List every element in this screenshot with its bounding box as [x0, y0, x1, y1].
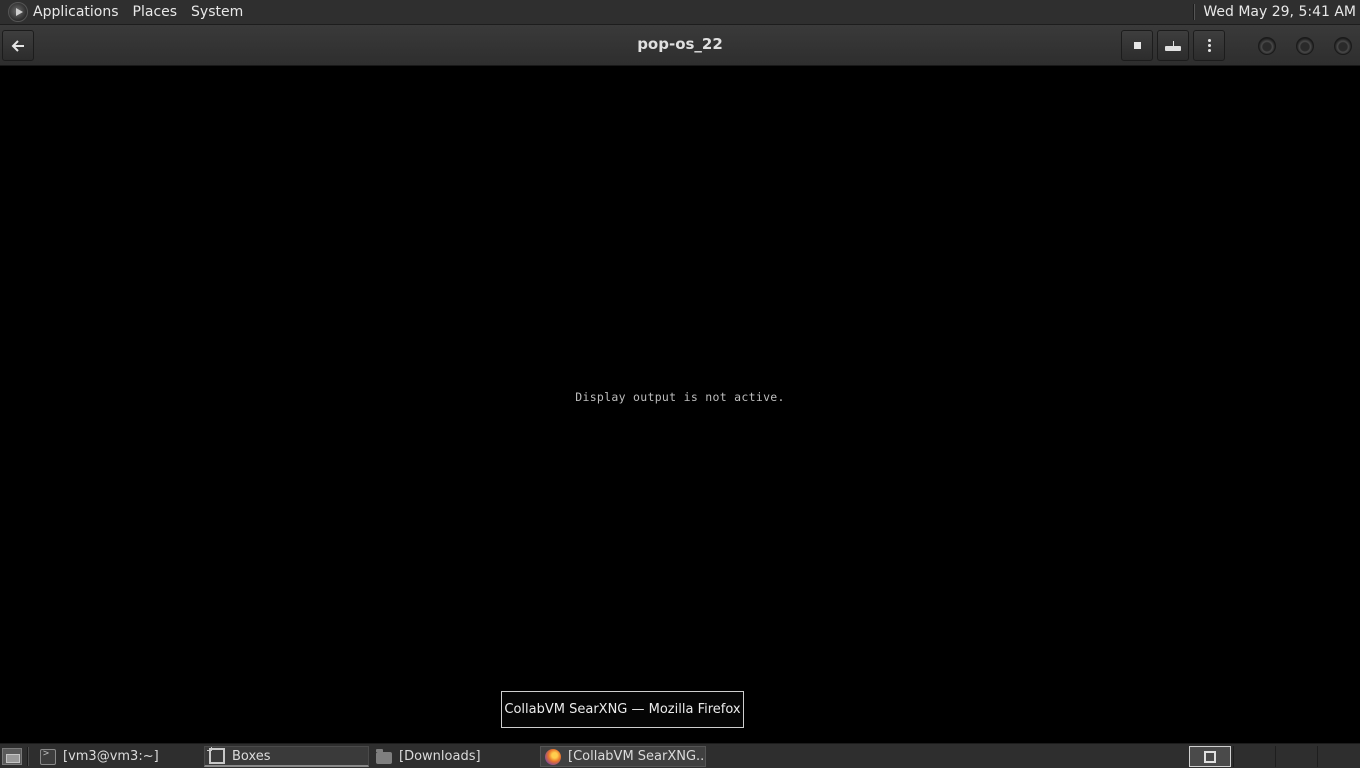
top-panel: Applications Places System Wed May 29, 5… — [0, 0, 1360, 25]
vm-display[interactable]: Display output is not active. — [0, 66, 1360, 743]
workspace-4[interactable] — [1317, 746, 1359, 767]
window-icon — [1204, 750, 1216, 763]
firefox-icon — [545, 748, 561, 765]
taskbar-tooltip: CollabVM SearXNG — Mozilla Firefox — [501, 691, 744, 728]
task-firefox[interactable]: [CollabVM SearXNG... — [540, 746, 706, 767]
workspace-1[interactable] — [1189, 746, 1231, 767]
back-button[interactable] — [2, 30, 34, 61]
folder-icon — [376, 748, 392, 764]
task-boxes[interactable]: Boxes — [204, 746, 369, 767]
menu-button[interactable] — [1193, 30, 1225, 61]
task-downloads[interactable]: [Downloads] — [372, 746, 537, 767]
menu-places[interactable]: Places — [133, 4, 178, 20]
boxes-header-bar: pop-os_22 — [0, 25, 1360, 66]
vertical-dots-icon — [1207, 39, 1211, 52]
bottom-panel: [vm3@vm3:~] Boxes [Downloads] [CollabVM … — [0, 743, 1360, 768]
task-label: [CollabVM SearXNG... — [568, 749, 706, 764]
workspace-2[interactable] — [1233, 746, 1275, 767]
stop-icon — [1133, 42, 1141, 49]
minimize-button[interactable] — [1258, 37, 1276, 55]
task-label: [vm3@vm3:~] — [63, 749, 159, 764]
stop-button[interactable] — [1121, 30, 1153, 61]
clock[interactable]: Wed May 29, 5:41 AM — [1203, 4, 1356, 20]
terminal-icon — [40, 748, 56, 765]
maximize-button[interactable] — [1296, 37, 1314, 55]
menu-applications[interactable]: Applications — [33, 4, 119, 20]
main-menu-icon[interactable] — [8, 2, 28, 22]
task-label: [Downloads] — [399, 749, 481, 764]
show-desktop-button[interactable] — [2, 748, 22, 765]
send-keys-button[interactable] — [1157, 30, 1189, 61]
panel-separator — [1193, 4, 1196, 20]
workspace-3[interactable] — [1275, 746, 1317, 767]
window-title: pop-os_22 — [637, 35, 723, 53]
taskbar-separator — [27, 747, 29, 766]
boxes-icon — [207, 747, 225, 764]
close-button[interactable] — [1334, 37, 1352, 55]
display-status-message: Display output is not active. — [575, 390, 785, 404]
workspace-switcher — [1233, 746, 1358, 767]
menu-system[interactable]: System — [191, 4, 243, 20]
keyboard-icon — [1165, 40, 1181, 51]
back-arrow-icon — [11, 39, 24, 52]
task-terminal[interactable]: [vm3@vm3:~] — [36, 746, 201, 767]
task-label: Boxes — [232, 748, 271, 764]
